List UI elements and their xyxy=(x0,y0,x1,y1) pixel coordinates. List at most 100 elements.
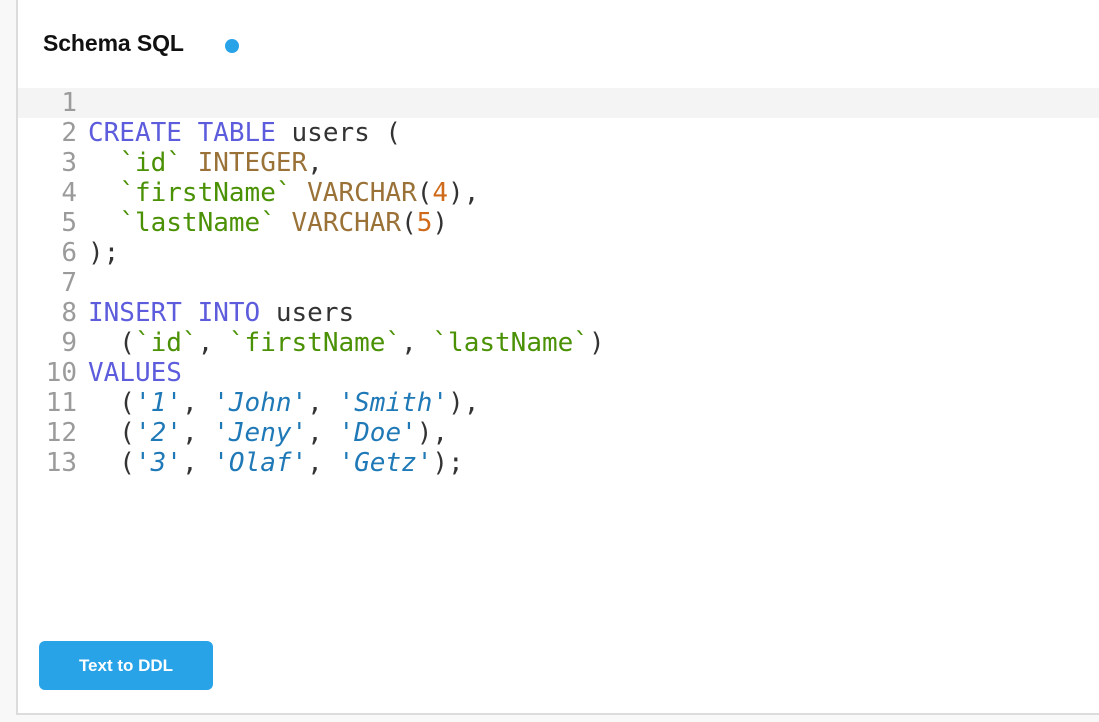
code-token-plain: , xyxy=(401,328,432,358)
code-token-type: VARCHAR xyxy=(307,178,417,208)
code-token-str: '1' xyxy=(135,388,182,418)
code-line[interactable]: 1 xyxy=(18,88,1099,118)
line-content: VALUES xyxy=(88,358,182,388)
code-line[interactable]: 12 ('2', 'Jeny', 'Doe'), xyxy=(18,418,1099,448)
code-token-plain: , xyxy=(307,148,323,178)
panel-header: Schema SQL xyxy=(18,0,1099,88)
line-number: 12 xyxy=(18,418,77,448)
modified-indicator-dot-icon xyxy=(225,39,239,53)
line-content: ); xyxy=(88,238,119,268)
code-token-ident: `lastName` xyxy=(432,328,589,358)
code-line[interactable]: 11 ('1', 'John', 'Smith'), xyxy=(18,388,1099,418)
code-token-ident: `firstName` xyxy=(229,328,401,358)
code-token-plain xyxy=(88,178,119,208)
code-line[interactable]: 10VALUES xyxy=(18,358,1099,388)
code-token-str: 'Getz' xyxy=(338,448,432,478)
code-line[interactable]: 7 xyxy=(18,268,1099,298)
code-token-kw: VALUES xyxy=(88,358,182,388)
code-token-plain: ( xyxy=(417,178,433,208)
line-number: 4 xyxy=(18,178,77,208)
line-content: `firstName` VARCHAR(4), xyxy=(88,178,479,208)
line-content: ('1', 'John', 'Smith'), xyxy=(88,388,479,418)
code-line[interactable]: 8 INSERT INTO users xyxy=(18,298,1099,328)
code-token-str: '2' xyxy=(135,418,182,448)
code-token-plain: ), xyxy=(448,178,479,208)
code-token-ident: `firstName` xyxy=(119,178,291,208)
line-content: `lastName` VARCHAR(5) xyxy=(88,208,448,238)
line-number: 9 xyxy=(18,328,77,358)
code-token-ident: `lastName` xyxy=(119,208,276,238)
code-token-type: VARCHAR xyxy=(292,208,402,238)
code-token-str: 'Smith' xyxy=(338,388,448,418)
code-token-plain: , xyxy=(307,388,338,418)
panel-bottom-divider xyxy=(16,713,1099,715)
text-to-ddl-button[interactable]: Text to DDL xyxy=(39,641,213,690)
code-token-plain: ) xyxy=(589,328,605,358)
code-line[interactable]: 4 `firstName` VARCHAR(4), xyxy=(18,178,1099,208)
code-token-str: 'John' xyxy=(213,388,307,418)
line-number: 8 xyxy=(18,298,77,328)
code-token-plain: ), xyxy=(417,418,448,448)
line-number: 7 xyxy=(18,268,77,298)
code-token-plain xyxy=(182,298,198,328)
code-token-plain xyxy=(88,148,119,178)
line-number: 2 xyxy=(18,118,77,148)
code-token-plain: ( xyxy=(401,208,417,238)
code-token-plain xyxy=(276,208,292,238)
line-number: 5 xyxy=(18,208,77,238)
code-token-plain: ( xyxy=(88,448,135,478)
code-token-num: 4 xyxy=(432,178,448,208)
code-token-plain: ); xyxy=(88,238,119,268)
code-token-plain: ( xyxy=(88,388,135,418)
code-token-kw: TABLE xyxy=(198,118,276,148)
code-line[interactable]: 5 `lastName` VARCHAR(5) xyxy=(18,208,1099,238)
line-number: 13 xyxy=(18,448,77,478)
code-token-plain: ), xyxy=(448,388,479,418)
code-line[interactable]: 13 ('3', 'Olaf', 'Getz'); xyxy=(18,448,1099,478)
line-number: 11 xyxy=(18,388,77,418)
code-token-ident: `id` xyxy=(119,148,182,178)
code-token-plain: , xyxy=(307,448,338,478)
code-token-plain: ( xyxy=(88,328,135,358)
code-token-plain: , xyxy=(182,448,213,478)
code-token-num: 5 xyxy=(417,208,433,238)
code-token-str: 'Olaf' xyxy=(213,448,307,478)
code-token-plain: ( xyxy=(88,418,135,448)
code-token-str: 'Doe' xyxy=(338,418,416,448)
schema-sql-panel: Schema SQL 12CREATE TABLE users (3 `id` … xyxy=(16,0,1099,713)
code-token-kw: INTO xyxy=(198,298,261,328)
line-number: 3 xyxy=(18,148,77,178)
code-line[interactable]: 2 CREATE TABLE users ( xyxy=(18,118,1099,148)
app-root: Schema SQL 12CREATE TABLE users (3 `id` … xyxy=(0,0,1099,722)
line-content: `id` INTEGER, xyxy=(88,148,323,178)
code-token-plain: ) xyxy=(432,208,448,238)
code-token-type: INTEGER xyxy=(198,148,308,178)
line-number: 6 xyxy=(18,238,77,268)
line-number: 1 xyxy=(18,88,77,118)
code-token-kw: CREATE xyxy=(88,118,182,148)
code-token-plain: , xyxy=(307,418,338,448)
sql-code-editor[interactable]: 12CREATE TABLE users (3 `id` INTEGER,4 `… xyxy=(18,88,1099,628)
page-title: Schema SQL xyxy=(43,30,184,57)
code-line[interactable]: 6); xyxy=(18,238,1099,268)
code-token-ident: `id` xyxy=(135,328,198,358)
code-token-plain xyxy=(182,118,198,148)
code-token-plain: users ( xyxy=(276,118,401,148)
code-line[interactable]: 3 `id` INTEGER, xyxy=(18,148,1099,178)
line-content: ('2', 'Jeny', 'Doe'), xyxy=(88,418,448,448)
code-token-plain: , xyxy=(182,418,213,448)
code-token-plain xyxy=(292,178,308,208)
code-token-plain: ); xyxy=(432,448,463,478)
code-token-plain xyxy=(182,148,198,178)
code-token-plain: , xyxy=(198,328,229,358)
line-content: ('3', 'Olaf', 'Getz'); xyxy=(88,448,464,478)
code-token-kw: INSERT xyxy=(88,298,182,328)
code-line[interactable]: 9 (`id`, `firstName`, `lastName`) xyxy=(18,328,1099,358)
editor-footer: Text to DDL xyxy=(18,628,1099,713)
code-token-str: '3' xyxy=(135,448,182,478)
code-token-str: 'Jeny' xyxy=(213,418,307,448)
code-token-plain: , xyxy=(182,388,213,418)
code-token-plain xyxy=(88,208,119,238)
line-content: (`id`, `firstName`, `lastName`) xyxy=(88,328,605,358)
code-token-plain: users xyxy=(260,298,354,328)
